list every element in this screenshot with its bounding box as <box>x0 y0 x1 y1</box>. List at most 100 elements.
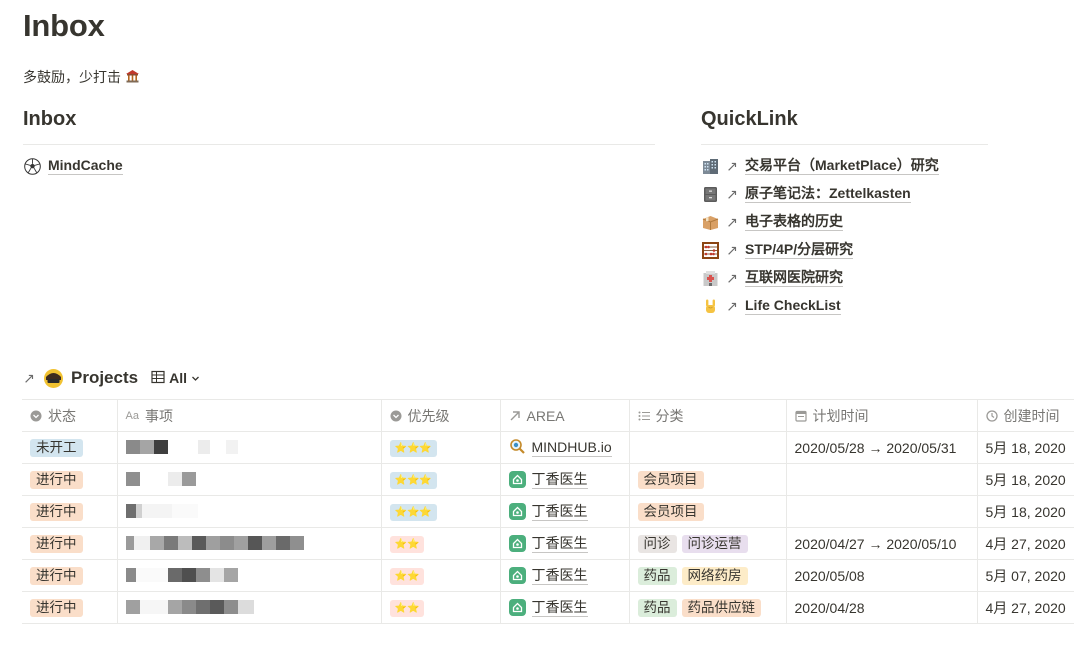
category-tag: 问诊运营 <box>681 534 748 553</box>
quicklink-item-stp-4p[interactable]: ↗ STP/4P/分层研究 <box>701 236 939 264</box>
item-cell-redacted[interactable] <box>116 495 382 528</box>
quicklink-item-life-checklist[interactable]: ↗ Life CheckList <box>701 292 939 320</box>
status-cell[interactable]: 进行中 <box>22 495 118 528</box>
projects-title[interactable]: Projects <box>71 368 138 388</box>
priority-stars: ⭐⭐⭐ <box>389 504 437 521</box>
relation-icon <box>509 410 521 422</box>
priority-cell[interactable]: ⭐⭐⭐ <box>380 431 501 464</box>
link-arrow-icon: ↗ <box>726 185 738 202</box>
table-row[interactable]: 进行中 ⭐⭐⭐ 丁香医生 会员项目 5月 18, 2020 <box>22 463 1074 496</box>
quicklink-label: 交易平台（MarketPlace）研究 <box>745 157 939 175</box>
select-icon <box>30 410 42 422</box>
area-cell[interactable]: MINDHUB.io <box>499 431 630 464</box>
status-cell[interactable]: 未开工 <box>22 431 118 464</box>
linked-database-arrow-icon[interactable]: ↗ <box>23 370 35 387</box>
plan-time-cell[interactable]: 2020/05/28 → 2020/05/31 <box>785 431 978 464</box>
column-header-category[interactable]: 分类 <box>628 399 787 432</box>
status-cell[interactable]: 进行中 <box>22 527 118 560</box>
priority-cell[interactable]: ⭐⭐ <box>380 559 501 592</box>
quicklink-item-marketplace[interactable]: ↗ 交易平台（MarketPlace）研究 <box>701 152 939 180</box>
quicklink-label: STP/4P/分层研究 <box>745 241 854 259</box>
magnifier-icon <box>509 438 526 458</box>
quicklink-item-zettelkasten[interactable]: ↗ 原子笔记法：Zettelkasten <box>701 180 939 208</box>
priority-cell[interactable]: ⭐⭐⭐ <box>380 463 501 496</box>
table-row[interactable]: 进行中 ⭐⭐⭐ 丁香医生 会员项目 5月 18, 2020 <box>22 495 1074 528</box>
status-cell[interactable]: 进行中 <box>22 591 118 624</box>
quicklink-label: 互联网医院研究 <box>745 269 843 287</box>
quicklink-item-internet-hospital[interactable]: ↗ 互联网医院研究 <box>701 264 939 292</box>
redacted-text <box>125 567 238 583</box>
created-time-cell[interactable]: 4月 27, 2020 <box>976 527 1074 560</box>
item-cell-redacted[interactable] <box>116 591 382 624</box>
created-time-cell[interactable]: 5月 18, 2020 <box>976 495 1074 528</box>
item-cell-redacted[interactable] <box>116 559 382 592</box>
project-emoji-icon[interactable] <box>42 367 64 389</box>
plan-time-cell[interactable]: 2020/04/28 <box>785 591 978 624</box>
category-tag: 问诊 <box>637 534 677 553</box>
calendar-icon <box>794 410 807 422</box>
redacted-text <box>125 599 254 615</box>
inbox-list: MindCache <box>23 152 123 180</box>
soccer-ball-icon <box>23 157 41 175</box>
status-tag: 进行中 <box>30 598 83 617</box>
priority-cell[interactable]: ⭐⭐ <box>380 591 501 624</box>
created-time-cell[interactable]: 4月 27, 2020 <box>976 591 1074 624</box>
column-header-area[interactable]: AREA <box>499 399 630 432</box>
subtitle-text: 多鼓励，少打击 <box>23 69 121 85</box>
quicklink-label: 电子表格的历史 <box>745 213 843 231</box>
view-label: All <box>169 370 187 386</box>
projects-table: 状态 Aa 事项 优先级 AREA 分类 计划时间 创建时间 未开工 ⭐⭐⭐ MI… <box>22 399 1074 624</box>
created-time-cell[interactable]: 5月 18, 2020 <box>976 431 1074 464</box>
plan-time-cell[interactable] <box>785 495 978 528</box>
chevron-down-icon <box>191 370 200 386</box>
table-row[interactable]: 进行中 ⭐⭐ 丁香医生 问诊 问诊运营 2020/04/27 → 2020/05/… <box>22 527 1074 560</box>
category-cell[interactable]: 会员项目 <box>628 495 787 528</box>
status-cell[interactable]: 进行中 <box>22 559 118 592</box>
area-cell[interactable]: 丁香医生 <box>499 463 630 496</box>
category-tag: 网络药房 <box>681 566 748 585</box>
link-arrow-icon: ↗ <box>726 297 738 314</box>
plan-time-cell[interactable]: 2020/05/08 <box>785 559 978 592</box>
column-header-created-time[interactable]: 创建时间 <box>976 399 1074 432</box>
multi-select-icon <box>638 410 650 422</box>
quicklink-item-spreadsheet-history[interactable]: ↗ 电子表格的历史 <box>701 208 939 236</box>
dxy-logo-icon <box>508 535 526 552</box>
column-header-plan-time[interactable]: 计划时间 <box>785 399 978 432</box>
table-row[interactable]: 未开工 ⭐⭐⭐ MINDHUB.io 2020/05/28 → 2020/05/… <box>22 431 1074 464</box>
priority-stars: ⭐⭐⭐ <box>389 472 437 489</box>
category-cell[interactable]: 会员项目 <box>628 463 787 496</box>
category-cell[interactable]: 问诊 问诊运营 <box>628 527 787 560</box>
created-time-cell[interactable]: 5月 18, 2020 <box>976 463 1074 496</box>
priority-cell[interactable]: ⭐⭐⭐ <box>380 495 501 528</box>
plan-time-cell[interactable] <box>785 463 978 496</box>
dxy-logo-icon <box>508 599 526 616</box>
area-label: MINDHUB.io <box>531 438 612 457</box>
area-cell[interactable]: 丁香医生 <box>499 591 630 624</box>
item-cell-redacted[interactable] <box>116 527 382 560</box>
inbox-divider <box>23 144 655 145</box>
column-header-status[interactable]: 状态 <box>22 399 118 432</box>
column-header-priority[interactable]: 优先级 <box>380 399 501 432</box>
page-title: Inbox <box>23 8 105 43</box>
item-cell-redacted[interactable] <box>116 431 382 464</box>
area-cell[interactable]: 丁香医生 <box>499 527 630 560</box>
quicklink-label: 原子笔记法：Zettelkasten <box>745 185 911 203</box>
area-cell[interactable]: 丁香医生 <box>499 559 630 592</box>
view-switcher[interactable]: All <box>151 370 200 387</box>
column-header-item[interactable]: Aa 事项 <box>116 399 382 432</box>
category-cell[interactable]: 药品 药品供应链 <box>628 591 787 624</box>
area-cell[interactable]: 丁香医生 <box>499 495 630 528</box>
inbox-item-mindcache[interactable]: MindCache <box>23 152 123 180</box>
item-cell-redacted[interactable] <box>116 463 382 496</box>
status-cell[interactable]: 进行中 <box>22 463 118 496</box>
table-row[interactable]: 进行中 ⭐⭐ 丁香医生 药品 网络药房 2020/05/08 5月 07, 202… <box>22 559 1074 592</box>
title-icon: Aa <box>125 409 139 422</box>
table-row[interactable]: 进行中 ⭐⭐ 丁香医生 药品 药品供应链 2020/04/28 4月 27, 20… <box>22 591 1074 624</box>
priority-cell[interactable]: ⭐⭐ <box>380 527 501 560</box>
created-time-cell[interactable]: 5月 07, 2020 <box>976 559 1074 592</box>
plan-time-cell[interactable]: 2020/04/27 → 2020/05/10 <box>785 527 978 560</box>
dxy-logo-icon <box>508 471 526 488</box>
dxy-logo-icon <box>508 503 526 520</box>
category-cell[interactable] <box>628 431 787 464</box>
category-cell[interactable]: 药品 网络药房 <box>628 559 787 592</box>
